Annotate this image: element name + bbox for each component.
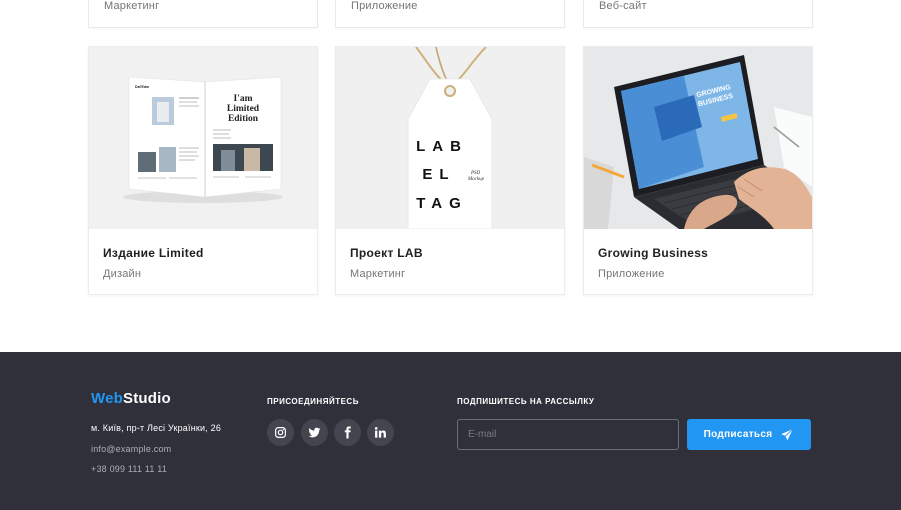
card-title: Growing Business (598, 246, 709, 260)
footer-address: м. Київ, пр-т Лесі Українки, 26 (91, 423, 222, 433)
newsletter-email-input[interactable] (457, 419, 679, 450)
footer-phone-link[interactable]: +38 099 111 11 11 (91, 464, 167, 474)
subscribe-button-label: Подписаться (703, 429, 773, 440)
magazine-headline-1: I'am (234, 94, 253, 104)
card-category: Веб-сайт (599, 0, 647, 12)
portfolio-top-row: Маркетинг Приложение Веб-сайт (0, 0, 901, 28)
instagram-icon (275, 427, 286, 438)
tag-line-3: TAG (416, 195, 468, 212)
card-category: Приложение (598, 268, 665, 280)
twitter-link[interactable] (301, 419, 328, 446)
subscribe-button[interactable]: Подписаться (687, 419, 811, 450)
facebook-link[interactable] (334, 419, 361, 446)
portfolio-card-top-2[interactable]: Приложение (335, 0, 565, 28)
portfolio-image-label-tag: LAB EL TAG PSD Mockup (336, 47, 564, 229)
card-category: Приложение (351, 0, 418, 12)
portfolio-card-top-3[interactable]: Веб-сайт (583, 0, 813, 28)
magazine-brand: Dal'Edm (135, 85, 149, 89)
card-category: Маркетинг (350, 268, 406, 280)
twitter-icon (308, 427, 321, 438)
card-category: Маркетинг (104, 0, 160, 12)
tag-line-1: LAB (416, 138, 468, 155)
magazine-headline-2: Limited (227, 104, 260, 114)
svg-text:PSD: PSD (470, 171, 481, 176)
portfolio-card-limited[interactable]: Dal'Edm I'am Limited Edition Издание Lim… (88, 46, 318, 295)
footer-email-link[interactable]: info@example.com (91, 444, 171, 454)
instagram-link[interactable] (267, 419, 294, 446)
card-title: Издание Limited (103, 246, 204, 260)
subscribe-heading: ПОДПИШИТЕСЬ НА РАССЫЛКУ (457, 397, 595, 406)
card-title: Проект LAB (350, 246, 423, 260)
logo-part-studio: Studio (123, 390, 171, 407)
portfolio-card-lab[interactable]: LAB EL TAG PSD Mockup Проект LAB Маркети… (335, 46, 565, 295)
magazine-headline-3: Edition (228, 114, 259, 124)
tag-line-2: EL (422, 166, 455, 183)
linkedin-link[interactable] (367, 419, 394, 446)
linkedin-icon (374, 427, 386, 438)
portfolio-image-laptop: GROWING BUSINESS (584, 47, 812, 229)
portfolio-card-top-1[interactable]: Маркетинг (88, 0, 318, 28)
footer-logo[interactable]: WebStudio (91, 390, 171, 407)
portfolio-card-growing[interactable]: GROWING BUSINESS Growing Business Прилож… (583, 46, 813, 295)
paper-plane-icon (781, 428, 794, 441)
social-heading: ПРИСОЕДИНЯЙТЕСЬ (267, 397, 359, 406)
portfolio-image-magazine: Dal'Edm I'am Limited Edition (89, 47, 317, 229)
facebook-icon (344, 426, 351, 439)
logo-part-web: Web (91, 390, 123, 407)
card-category: Дизайн (103, 268, 142, 280)
site-footer: WebStudio м. Київ, пр-т Лесі Українки, 2… (0, 352, 901, 510)
svg-text:Mockup: Mockup (467, 177, 485, 182)
